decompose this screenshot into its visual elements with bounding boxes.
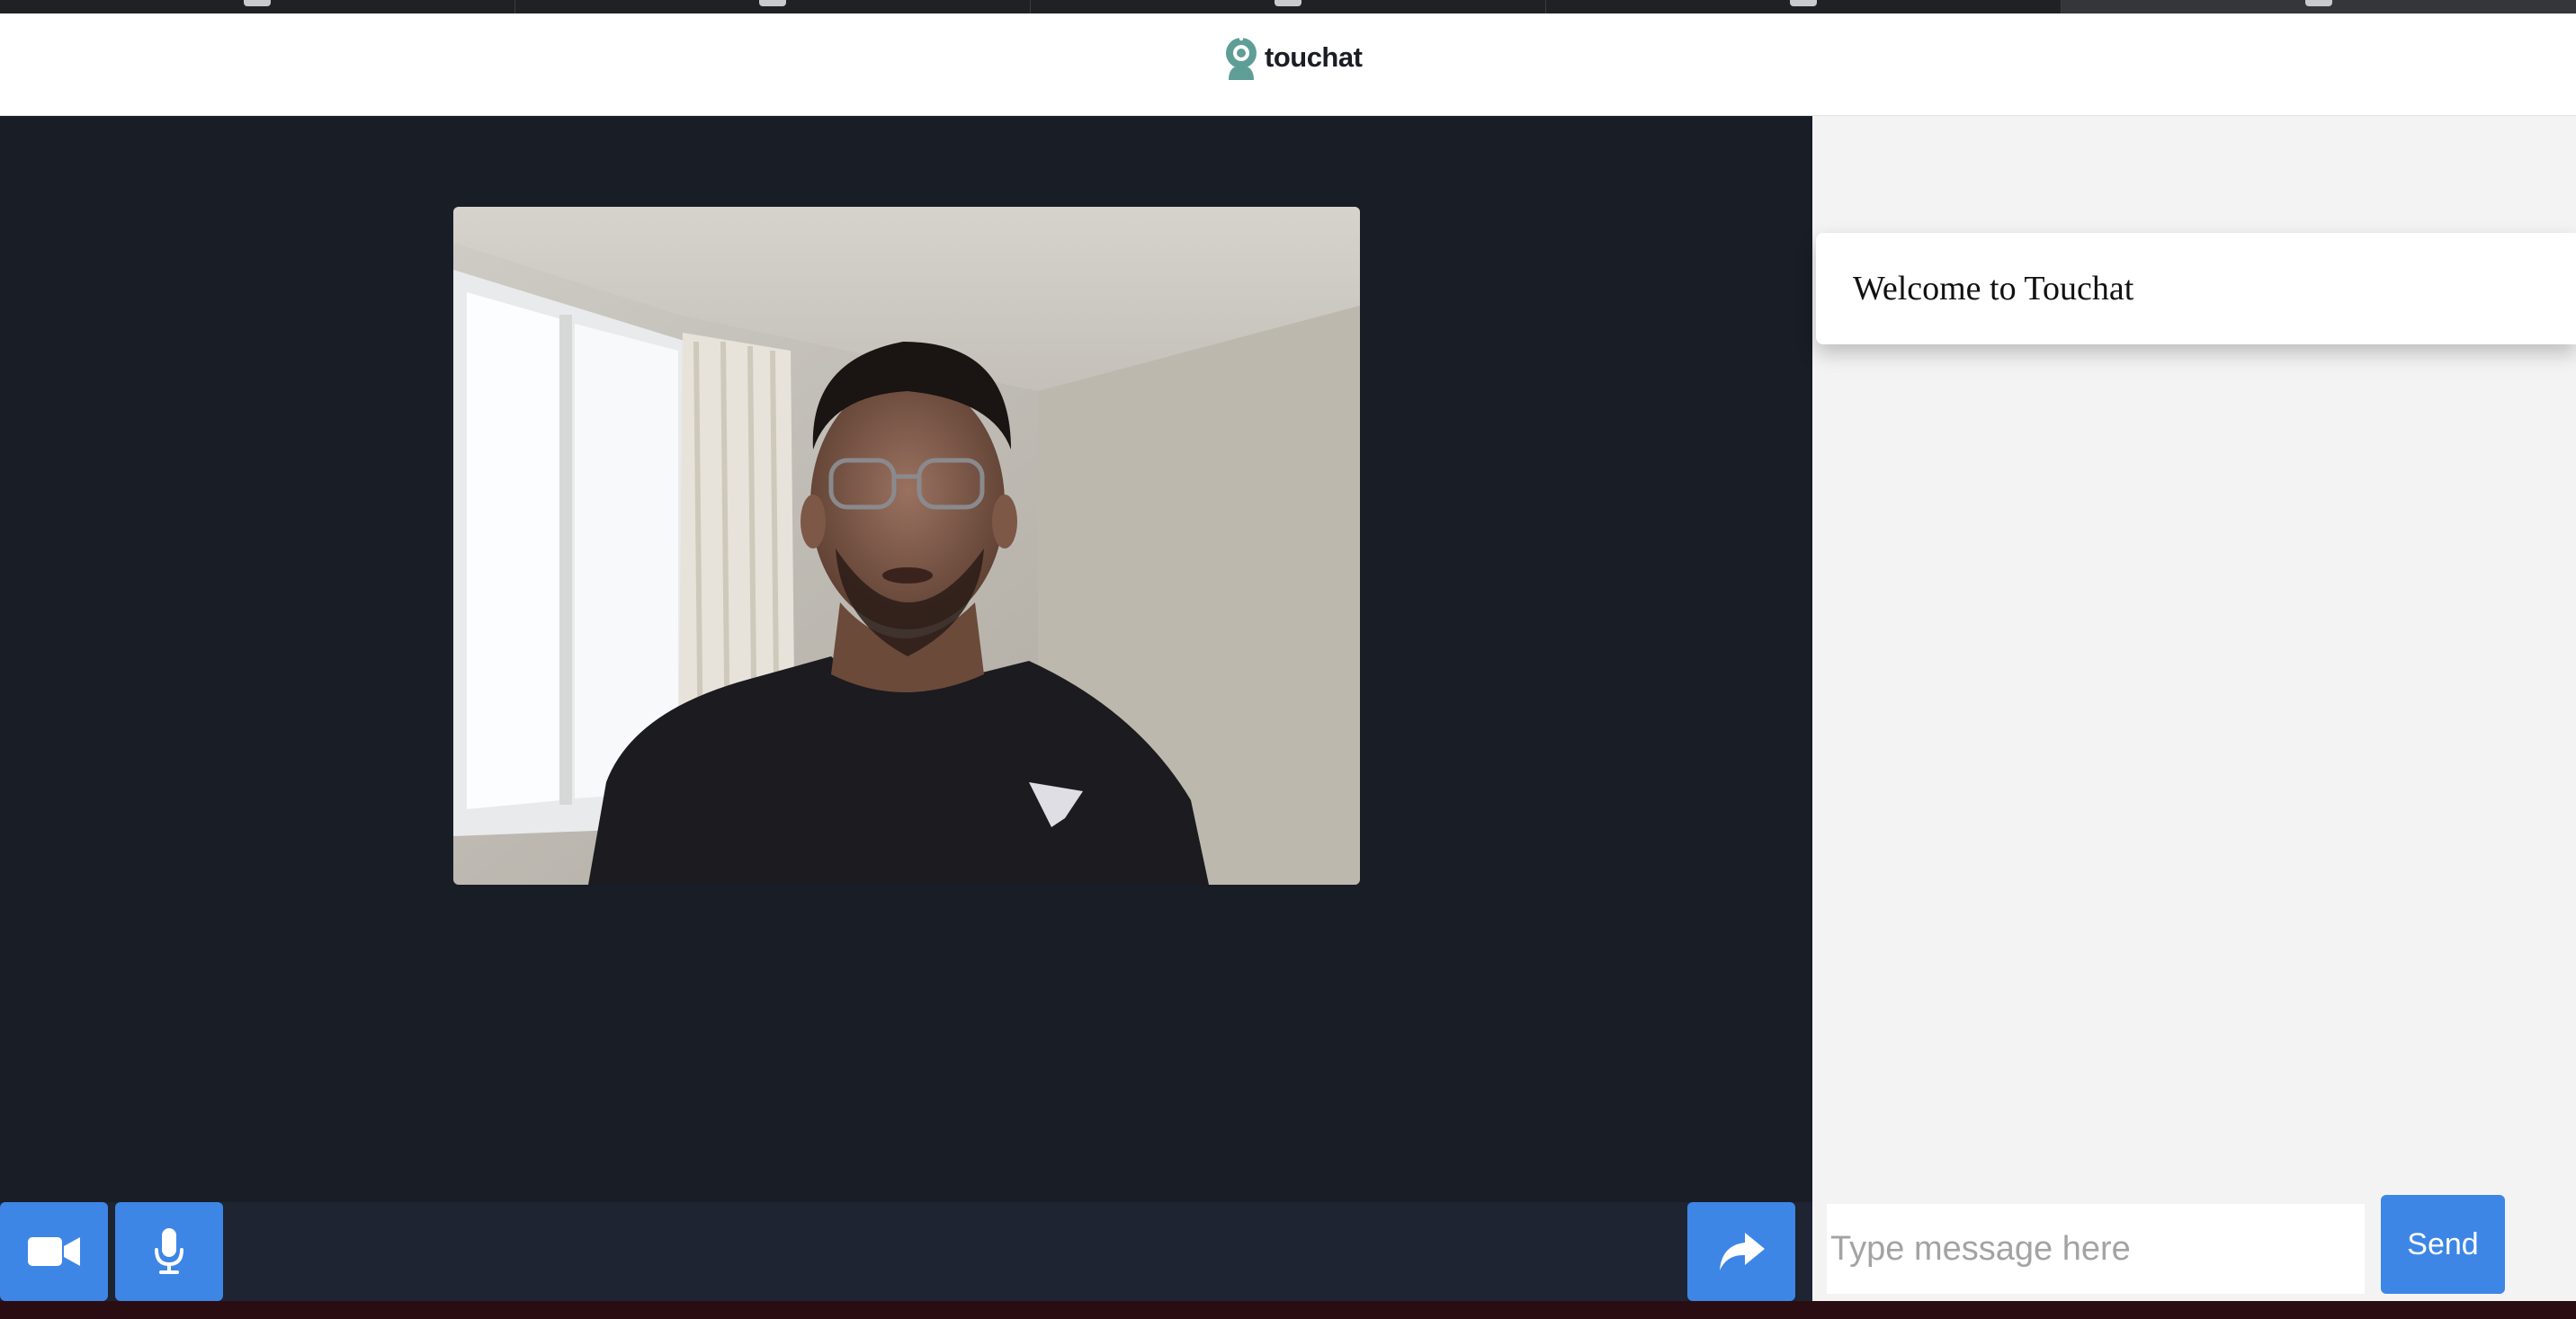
video-frame-image [453, 207, 1360, 885]
welcome-message-text: Welcome to Touchat [1853, 270, 2134, 307]
send-button[interactable]: Send [2381, 1195, 2505, 1294]
video-camera-icon [28, 1237, 80, 1266]
browser-tab-active[interactable] [2062, 0, 2576, 13]
window-bottom-edge [0, 1301, 2576, 1319]
tab-favicon-icon [1275, 0, 1301, 6]
app-header: touchat [0, 13, 2576, 116]
tab-favicon-icon [759, 0, 786, 6]
webcam-icon [1226, 36, 1257, 80]
welcome-message-card: Welcome to Touchat [1816, 233, 2576, 344]
tab-favicon-icon [244, 0, 271, 6]
message-composer: Send [1812, 1195, 2576, 1301]
toggle-camera-button[interactable] [0, 1202, 108, 1301]
browser-tab[interactable] [0, 0, 515, 13]
local-video-feed [453, 207, 1360, 885]
tab-favicon-icon [1790, 0, 1817, 6]
logo-text: touchat [1265, 41, 1363, 73]
video-stage [0, 116, 1812, 1202]
tab-favicon-icon [2305, 0, 2332, 6]
browser-tab[interactable] [515, 0, 1031, 13]
app-logo[interactable]: touchat [1221, 35, 1363, 80]
share-arrow-icon [1720, 1233, 1765, 1270]
microphone-icon [155, 1228, 183, 1274]
share-screen-button[interactable] [1687, 1202, 1795, 1301]
browser-tab[interactable] [1031, 0, 1546, 13]
browser-tab-strip [0, 0, 2576, 13]
chat-panel: Welcome to Touchat Send [1812, 116, 2576, 1301]
call-controls-bar [0, 1202, 1812, 1301]
browser-tab[interactable] [1546, 0, 2062, 13]
toggle-microphone-button[interactable] [115, 1202, 223, 1301]
message-input[interactable] [1827, 1204, 2365, 1294]
